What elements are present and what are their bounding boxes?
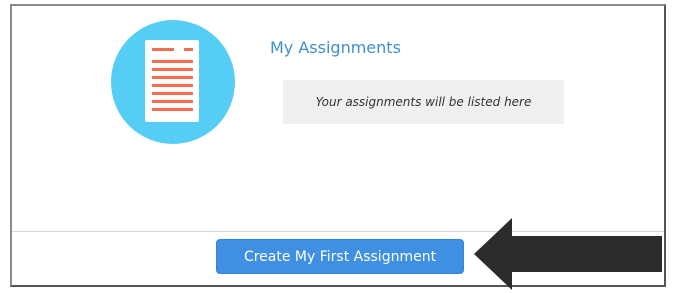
left-arrow-pointer-icon — [474, 218, 662, 290]
assignment-document-icon — [111, 20, 235, 144]
create-first-assignment-button[interactable]: Create My First Assignment — [216, 239, 464, 274]
empty-state-message: Your assignments will be listed here — [283, 80, 564, 124]
document-sheet — [145, 40, 199, 122]
page-title: My Assignments — [270, 38, 401, 57]
